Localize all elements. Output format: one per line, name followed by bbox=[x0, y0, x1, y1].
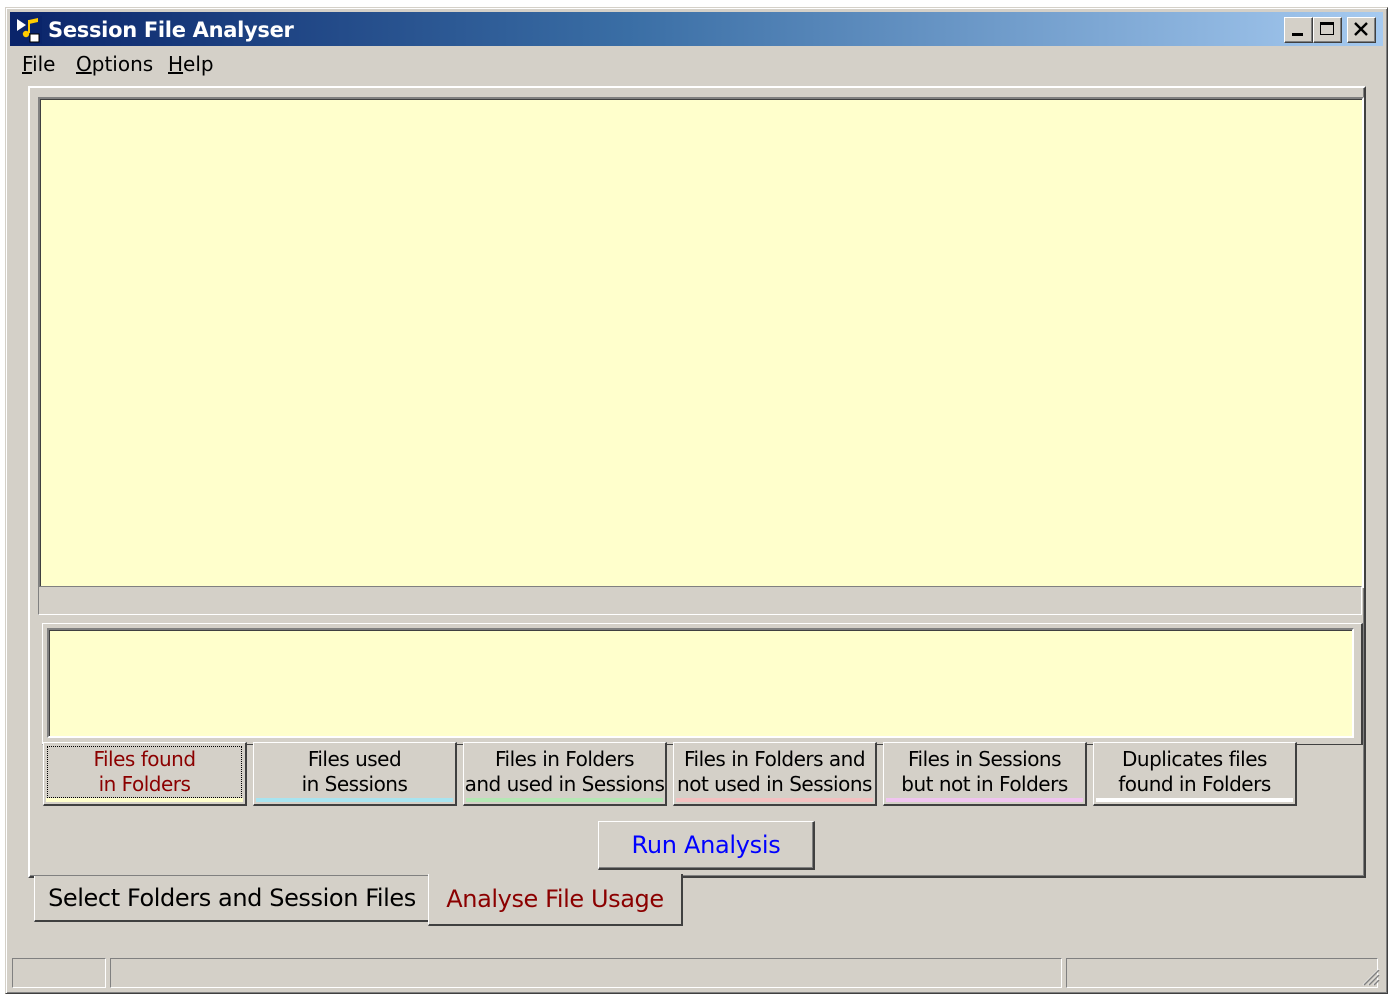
tab-color-bar bbox=[1096, 798, 1293, 802]
maximize-icon bbox=[1320, 22, 1334, 35]
results-list[interactable] bbox=[38, 97, 1364, 588]
menu-help[interactable]: Help bbox=[168, 52, 214, 76]
focus-rectangle bbox=[47, 746, 242, 798]
menu-options[interactable]: Options bbox=[76, 52, 153, 76]
tab-files-in-sessions-not-folders[interactable]: Files in Sessions but not in Folders bbox=[883, 742, 1087, 806]
close-button[interactable] bbox=[1347, 17, 1376, 43]
tab-select-folders[interactable]: Select Folders and Session Files bbox=[34, 876, 429, 922]
maximize-button[interactable] bbox=[1313, 17, 1342, 43]
tab-duplicate-files[interactable]: Duplicates files found in Folders bbox=[1093, 742, 1297, 806]
title-bar[interactable]: Session File Analyser bbox=[10, 12, 1383, 46]
minimize-icon bbox=[1292, 33, 1303, 36]
tab-color-bar bbox=[256, 798, 453, 802]
app-icon bbox=[14, 16, 42, 44]
tab-color-bar bbox=[676, 798, 873, 802]
resize-grip-icon[interactable] bbox=[1358, 964, 1380, 986]
tab-color-bar bbox=[886, 798, 1083, 802]
tab-color-bar bbox=[466, 798, 663, 802]
tab-label-line1: Files in Sessions bbox=[907, 747, 1062, 771]
tab-label-line2: not used in Sessions bbox=[677, 772, 872, 796]
menu-bar: File Options Help bbox=[10, 48, 1383, 78]
status-pane-3 bbox=[1066, 958, 1378, 988]
tab-files-in-folders-not-used[interactable]: Files in Folders and not used in Session… bbox=[673, 742, 877, 806]
window-title: Session File Analyser bbox=[48, 18, 294, 42]
app-window: Session File Analyser File Options Help … bbox=[5, 7, 1388, 994]
run-analysis-button[interactable]: Run Analysis bbox=[598, 821, 815, 870]
tab-label-line2: found in Folders bbox=[1118, 772, 1271, 796]
progress-bar bbox=[38, 586, 1362, 615]
details-text-area[interactable] bbox=[47, 628, 1354, 738]
tab-label-line1: Files in Folders and bbox=[683, 747, 866, 771]
menu-file[interactable]: File bbox=[22, 52, 55, 76]
tab-label-line2: in Sessions bbox=[301, 772, 408, 796]
close-icon bbox=[1354, 22, 1368, 36]
tab-color-bar bbox=[46, 798, 243, 802]
tab-label-line1: Duplicates files bbox=[1122, 747, 1267, 771]
tab-label-line1: Files used bbox=[307, 747, 402, 771]
status-pane-2 bbox=[110, 958, 1062, 988]
status-pane-1 bbox=[12, 958, 106, 988]
minimize-button[interactable] bbox=[1284, 17, 1313, 43]
tab-analyse-file-usage[interactable]: Analyse File Usage bbox=[428, 874, 683, 926]
tab-label-line2: and used in Sessions bbox=[464, 772, 665, 796]
tab-files-in-folders-and-used[interactable]: Files in Folders and used in Sessions bbox=[463, 742, 667, 806]
tab-files-used-in-sessions[interactable]: Files used in Sessions bbox=[253, 742, 457, 806]
status-bar bbox=[12, 958, 1382, 988]
tab-files-found-in-folders[interactable]: Files found in Folders bbox=[43, 742, 247, 806]
tab-label-line2: but not in Folders bbox=[901, 772, 1068, 796]
tab-label-line1: Files in Folders bbox=[494, 747, 635, 771]
